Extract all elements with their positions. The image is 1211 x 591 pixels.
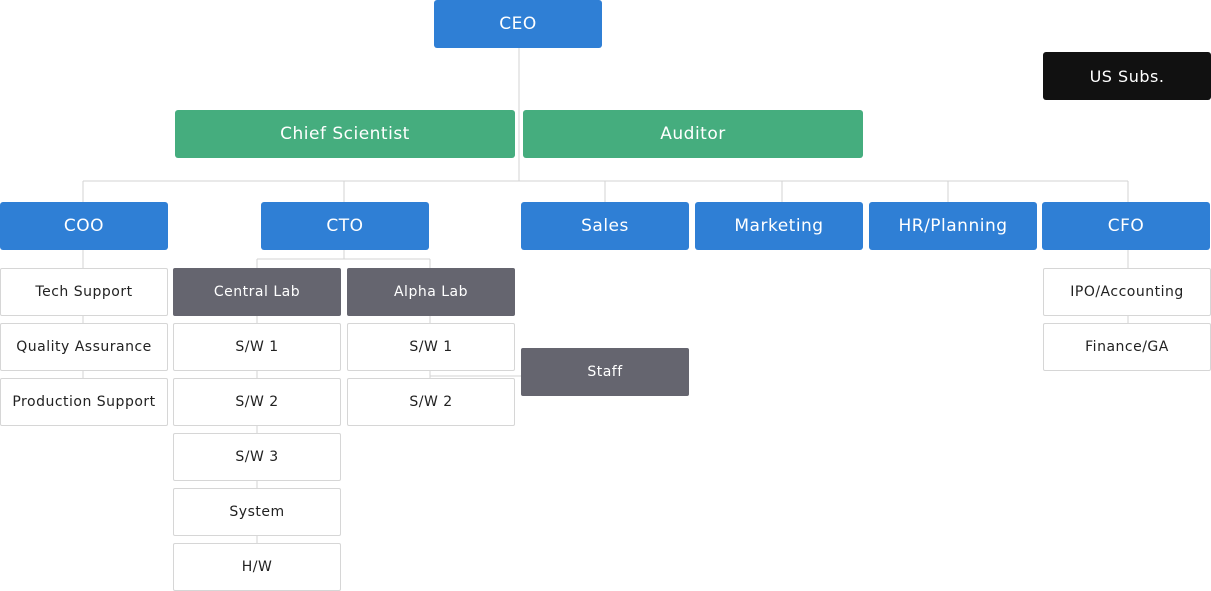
node-chief-scientist: Chief Scientist	[175, 110, 515, 158]
node-alpha-sw1: S/W 1	[347, 323, 515, 371]
node-central-sw2: S/W 2	[173, 378, 341, 426]
node-central-lab: Central Lab	[173, 268, 341, 316]
node-quality-assurance: Quality Assurance	[0, 323, 168, 371]
node-ipo-accounting: IPO/Accounting	[1043, 268, 1211, 316]
node-staff: Staff	[521, 348, 689, 396]
node-coo: COO	[0, 202, 168, 250]
node-central-system: System	[173, 488, 341, 536]
node-marketing: Marketing	[695, 202, 863, 250]
org-chart: CEO US Subs. Chief Scientist Auditor COO…	[0, 0, 1211, 591]
node-finance-ga: Finance/GA	[1043, 323, 1211, 371]
node-ceo: CEO	[434, 0, 602, 48]
node-sales: Sales	[521, 202, 689, 250]
node-cfo: CFO	[1042, 202, 1210, 250]
node-central-sw1: S/W 1	[173, 323, 341, 371]
node-alpha-sw2: S/W 2	[347, 378, 515, 426]
node-alpha-lab: Alpha Lab	[347, 268, 515, 316]
node-central-sw3: S/W 3	[173, 433, 341, 481]
node-production-support: Production Support	[0, 378, 168, 426]
node-us-subs: US Subs.	[1043, 52, 1211, 100]
node-tech-support: Tech Support	[0, 268, 168, 316]
node-central-hw: H/W	[173, 543, 341, 591]
node-auditor: Auditor	[523, 110, 863, 158]
node-cto: CTO	[261, 202, 429, 250]
node-hr-planning: HR/Planning	[869, 202, 1037, 250]
